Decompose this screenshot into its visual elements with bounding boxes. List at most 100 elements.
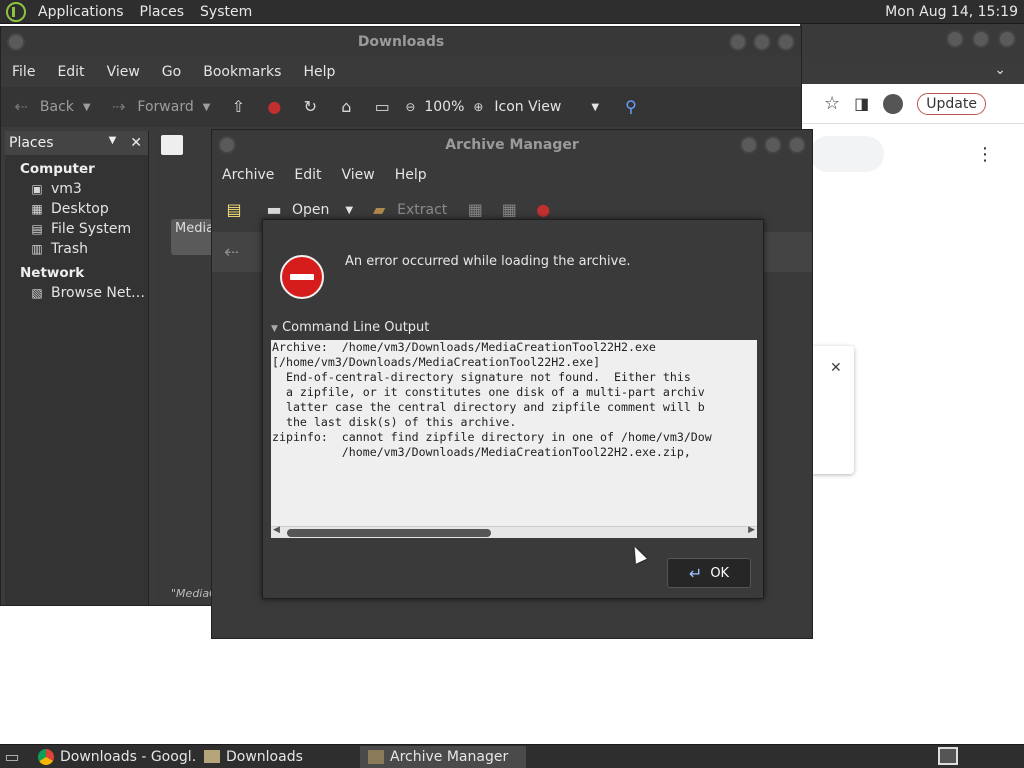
- side-panel-icon[interactable]: ◨: [854, 94, 869, 113]
- window-title: Archive Manager: [445, 137, 579, 153]
- window-menu-icon[interactable]: [7, 33, 25, 51]
- menu-file[interactable]: File: [1, 64, 46, 80]
- close-icon[interactable]: [998, 30, 1016, 48]
- expander-arrow-icon: ▼: [271, 324, 278, 334]
- file-item[interactable]: Media: [171, 219, 215, 255]
- profile-avatar[interactable]: [883, 93, 904, 114]
- desktop-icon: ▦: [31, 202, 43, 216]
- command-output-text: Archive: /home/vm3/Downloads/MediaCreati…: [272, 340, 712, 459]
- maximize-icon[interactable]: [972, 30, 990, 48]
- network-icon: ▧: [31, 286, 43, 300]
- scroll-right-icon[interactable]: ▶: [748, 525, 755, 535]
- sidebar-section-computer: Computer: [20, 161, 95, 177]
- back-arrow-icon[interactable]: ⇠: [224, 242, 239, 263]
- sidebar-item-file-system[interactable]: ▤ File System: [5, 217, 148, 237]
- chrome-search-pill[interactable]: [810, 136, 884, 172]
- zoom-level: 100%: [424, 99, 465, 115]
- menu-applications[interactable]: Applications: [30, 0, 132, 24]
- minimize-icon[interactable]: [946, 30, 964, 48]
- add-files-icon[interactable]: ▦: [465, 200, 485, 220]
- stop-icon[interactable]: ●: [264, 97, 284, 117]
- stop-icon[interactable]: ●: [533, 200, 553, 220]
- taskbar-item-archive-manager[interactable]: Archive Manager: [360, 745, 526, 768]
- close-icon[interactable]: ✕: [830, 360, 842, 376]
- menu-system[interactable]: System: [192, 0, 260, 24]
- home-folder-icon: ▣: [31, 182, 43, 196]
- sidebar-item-desktop[interactable]: ▦ Desktop: [5, 197, 148, 217]
- sidebar-item-browse-network[interactable]: ▧ Browse Net…: [5, 281, 148, 301]
- kebab-menu-icon[interactable]: ⋮: [976, 144, 994, 165]
- tab-dropdown-icon[interactable]: ⌄: [994, 62, 1006, 78]
- open-dropdown-icon[interactable]: ▼: [345, 205, 353, 216]
- workspace-switcher-icon[interactable]: [938, 747, 958, 765]
- menubar: File Edit View Go Bookmarks Help: [1, 57, 801, 87]
- menu-places[interactable]: Places: [132, 0, 193, 24]
- maximize-icon[interactable]: [753, 33, 771, 51]
- home-icon[interactable]: ⌂: [336, 97, 356, 117]
- open-folder-icon[interactable]: ▬: [264, 200, 284, 220]
- menu-help[interactable]: Help: [292, 64, 346, 80]
- drive-icon: ▤: [31, 222, 43, 236]
- location-edit-icon[interactable]: [161, 135, 183, 155]
- menu-go[interactable]: Go: [151, 64, 192, 80]
- search-icon[interactable]: ⚲: [621, 97, 641, 117]
- extract-button[interactable]: Extract: [397, 202, 447, 218]
- command-output-box[interactable]: Archive: /home/vm3/Downloads/MediaCreati…: [271, 340, 757, 526]
- ok-button[interactable]: ↵ OK: [667, 558, 751, 588]
- menubar: Archive Edit View Help: [212, 160, 812, 190]
- taskbar-item-downloads[interactable]: Downloads: [196, 746, 360, 768]
- toolbar: ⇠ Back ▼ ⇢ Forward ▼ ⇧ ● ↻ ⌂ ▭ ⊖ 100% ⊕ …: [1, 87, 801, 127]
- mint-logo-icon[interactable]: [6, 1, 26, 22]
- maximize-icon[interactable]: [764, 136, 782, 154]
- up-arrow-icon[interactable]: ⇧: [228, 97, 248, 117]
- back-button[interactable]: ⇠ Back ▼: [11, 97, 90, 117]
- new-archive-icon[interactable]: ▤: [224, 200, 244, 220]
- sidebar-header[interactable]: Places ▼ ✕: [5, 131, 148, 155]
- reload-icon[interactable]: ↻: [300, 97, 320, 117]
- minimize-icon[interactable]: [740, 136, 758, 154]
- update-button[interactable]: Update: [917, 92, 986, 115]
- back-arrow-icon: ⇠: [14, 97, 28, 116]
- chrome-icon: [38, 748, 54, 765]
- command-line-output-expander[interactable]: ▼ Command Line Output: [271, 320, 429, 335]
- minimize-icon[interactable]: [729, 33, 747, 51]
- show-desktop-icon[interactable]: ▭: [2, 747, 22, 767]
- zoom-out-icon[interactable]: ⊖: [400, 97, 420, 117]
- scroll-left-icon[interactable]: ◀: [273, 525, 280, 535]
- sidebar-item-trash[interactable]: ▥ Trash: [5, 237, 148, 257]
- folder-icon: [204, 750, 220, 763]
- sidebar-item-vm3[interactable]: ▣ vm3: [5, 177, 148, 197]
- computer-icon[interactable]: ▭: [372, 97, 392, 117]
- top-panel: Applications Places System Mon Aug 14, 1…: [0, 0, 1024, 24]
- menu-view[interactable]: View: [96, 64, 151, 80]
- zoom-in-icon[interactable]: ⊕: [468, 97, 488, 117]
- sidebar-close-icon[interactable]: ✕: [130, 135, 142, 151]
- sidebar-dropdown-icon[interactable]: ▼: [109, 135, 117, 151]
- view-mode-select[interactable]: Icon View: [494, 99, 561, 115]
- close-icon[interactable]: [788, 136, 806, 154]
- menu-bookmarks[interactable]: Bookmarks: [192, 64, 292, 80]
- taskbar: ▭ Downloads - Googl… Downloads Archive M…: [0, 744, 1024, 768]
- close-icon[interactable]: [777, 33, 795, 51]
- menu-help[interactable]: Help: [385, 167, 437, 183]
- taskbar-item-chrome[interactable]: Downloads - Googl…: [30, 746, 196, 768]
- window-title: Downloads: [1, 27, 801, 57]
- horizontal-scrollbar[interactable]: ◀ ▶: [271, 525, 757, 538]
- trash-icon: ▥: [31, 242, 43, 256]
- menu-view[interactable]: View: [332, 167, 385, 183]
- scrollbar-thumb[interactable]: [287, 529, 491, 537]
- sidebar-section-network: Network: [20, 265, 85, 281]
- open-button[interactable]: Open: [292, 202, 329, 218]
- window-menu-icon[interactable]: [218, 136, 236, 154]
- menu-archive[interactable]: Archive: [212, 167, 284, 183]
- menu-edit[interactable]: Edit: [284, 167, 331, 183]
- bookmark-star-icon[interactable]: ☆: [824, 93, 840, 114]
- clock[interactable]: Mon Aug 14, 15:19: [885, 0, 1018, 24]
- add-folder-icon[interactable]: ▦: [499, 200, 519, 220]
- notification-card: ✕: [810, 346, 854, 474]
- error-message: An error occurred while loading the arch…: [345, 254, 631, 269]
- forward-button[interactable]: ⇢ Forward ▼: [109, 97, 211, 117]
- chrome-window: ⌄ ☆ ◨ Update ⋮ ✕: [800, 24, 1024, 744]
- menu-edit[interactable]: Edit: [46, 64, 95, 80]
- view-mode-dropdown-icon[interactable]: ▼: [591, 102, 599, 113]
